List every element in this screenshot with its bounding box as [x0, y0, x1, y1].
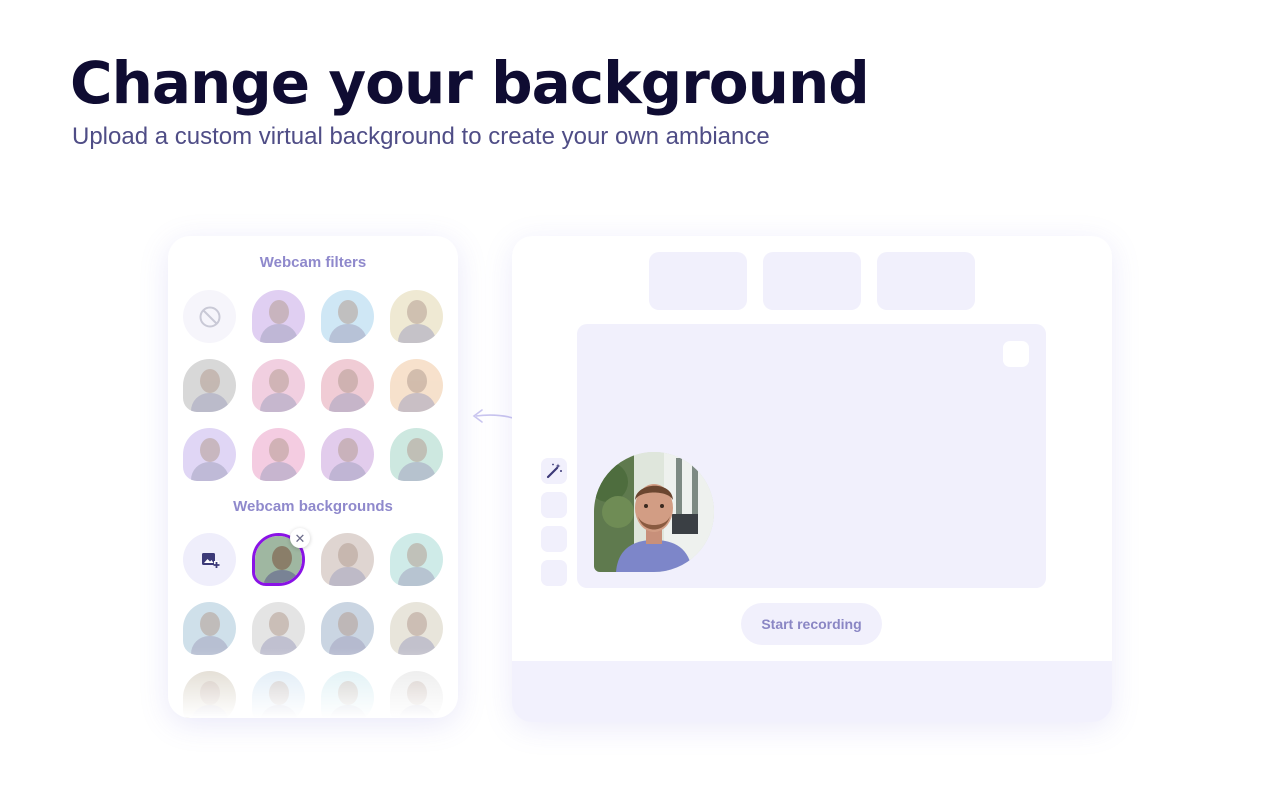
placeholder-tab-2[interactable]: [763, 252, 861, 310]
background-beach[interactable]: [390, 533, 443, 586]
tile-person-head: [269, 612, 289, 636]
background-panel: Webcam filters Webcam backgrounds: [168, 236, 458, 718]
no-filter-icon: [199, 306, 220, 327]
tile-person-head: [269, 300, 289, 324]
stage-corner-button[interactable]: [1003, 341, 1029, 367]
tile-person-head: [407, 438, 427, 462]
side-button-2[interactable]: [541, 492, 567, 518]
tile-person-head: [338, 300, 358, 324]
page-title: Change your background: [70, 49, 870, 117]
tile-person-head: [269, 438, 289, 462]
remove-background-button[interactable]: ✕: [290, 528, 310, 548]
filter-rose[interactable]: [321, 359, 374, 412]
placeholder-tab-3[interactable]: [877, 252, 975, 310]
page-subtitle: Upload a custom virtual background to cr…: [72, 123, 770, 150]
tile-person-head: [200, 369, 220, 393]
tile-person-head: [338, 438, 358, 462]
magic-wand-icon: [546, 463, 562, 479]
placeholder-tab-1[interactable]: [649, 252, 747, 310]
side-button-3[interactable]: [541, 526, 567, 552]
filter-teal[interactable]: [390, 428, 443, 481]
webcam-person-image: [594, 452, 714, 572]
filter-sepia[interactable]: [390, 290, 443, 343]
upload-background-button[interactable]: [183, 533, 236, 586]
filter-grayscale[interactable]: [183, 359, 236, 412]
tile-person-head: [338, 369, 358, 393]
tile-person-head: [407, 543, 427, 567]
no-filter-option[interactable]: [183, 290, 236, 343]
filter-peach[interactable]: [390, 359, 443, 412]
tile-person-head: [338, 612, 358, 636]
add-image-icon: [201, 552, 219, 568]
effects-button[interactable]: [541, 458, 567, 484]
filter-magenta[interactable]: [252, 428, 305, 481]
backgrounds-heading: Webcam backgrounds: [233, 498, 393, 515]
filter-purple[interactable]: [252, 290, 305, 343]
tile-person-head: [407, 612, 427, 636]
tile-person-head: [272, 546, 292, 570]
side-button-4[interactable]: [541, 560, 567, 586]
start-recording-button[interactable]: Start recording: [741, 603, 882, 645]
filter-violet[interactable]: [321, 428, 374, 481]
tile-person-head: [269, 369, 289, 393]
filter-blue[interactable]: [321, 290, 374, 343]
background-office-blur[interactable]: [321, 533, 374, 586]
tile-person-head: [338, 543, 358, 567]
recorder-window: Start recording: [512, 236, 1112, 722]
scroll-fade: [168, 648, 458, 718]
tile-person-head: [407, 300, 427, 324]
filter-pink-violet[interactable]: [252, 359, 305, 412]
filter-lavender[interactable]: [183, 428, 236, 481]
tile-person-head: [200, 612, 220, 636]
tile-person-head: [200, 438, 220, 462]
filters-heading: Webcam filters: [259, 254, 367, 271]
recorder-main: Start recording: [512, 236, 1112, 661]
tile-person-head: [407, 369, 427, 393]
webcam-bubble[interactable]: [594, 452, 714, 572]
